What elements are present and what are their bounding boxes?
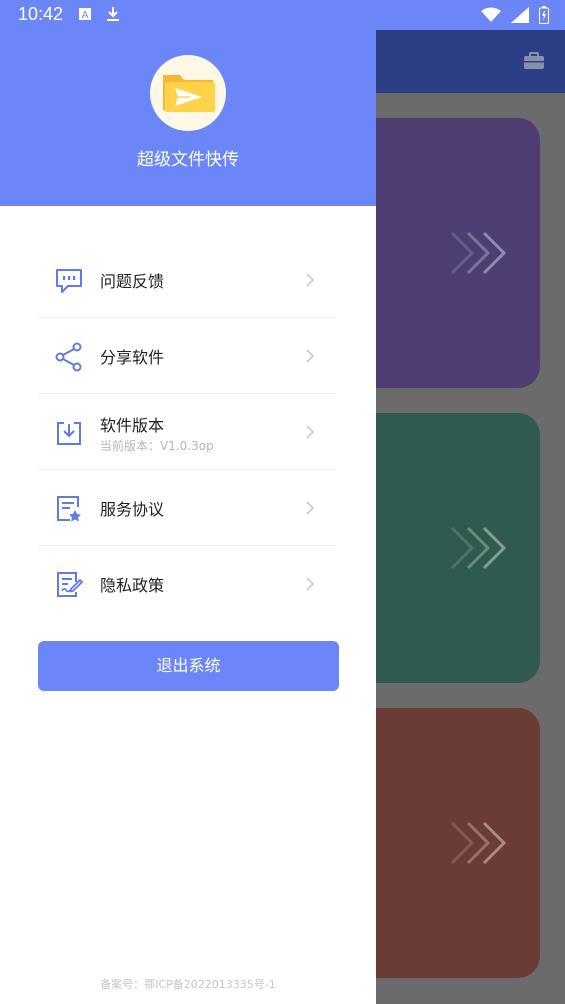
navigation-drawer: 超级文件快传 问题反馈 分享软件 软件版本 当前版本：V1.0.3op 服务协议… [0, 30, 376, 1004]
menu-item-label: 服务协议 [100, 500, 165, 519]
logout-button[interactable]: 退出系统 [38, 641, 339, 691]
menu-item-privacy[interactable]: 隐私政策 [38, 546, 336, 621]
download-status-icon [107, 7, 119, 21]
menu-item-feedback[interactable]: 问题反馈 [38, 242, 336, 318]
app-logo [150, 55, 226, 131]
drawer-header: 超级文件快传 [0, 30, 376, 206]
battery-icon [539, 6, 549, 24]
chevron-right-icon [306, 501, 315, 515]
menu-item-version[interactable]: 软件版本 当前版本：V1.0.3op [38, 394, 336, 470]
menu-item-label: 隐私政策 [100, 576, 165, 595]
app-name: 超级文件快传 [137, 150, 239, 170]
feedback-icon [56, 269, 82, 293]
chevrons-right-icon [450, 821, 507, 865]
svg-text:A: A [82, 10, 89, 21]
chevrons-right-icon [450, 231, 507, 275]
drawer-menu: 问题反馈 分享软件 软件版本 当前版本：V1.0.3op 服务协议 隐私政策 [38, 242, 336, 621]
chevron-right-icon [306, 349, 315, 363]
download-box-icon [57, 422, 81, 445]
privacy-icon [57, 572, 83, 597]
chevron-right-icon [306, 273, 315, 287]
status-time: 10:42 [18, 4, 64, 24]
agreement-icon [57, 496, 81, 522]
chevron-right-icon [306, 425, 315, 439]
current-version-text: 当前版本：V1.0.3op [100, 439, 214, 453]
chevrons-right-icon [450, 526, 507, 570]
menu-item-label: 问题反馈 [100, 272, 165, 291]
app-notification-icon: A [79, 8, 91, 21]
wifi-icon [481, 7, 501, 22]
menu-item-agreement[interactable]: 服务协议 [38, 470, 336, 546]
menu-item-label: 软件版本 [100, 416, 165, 435]
folder-send-icon [163, 75, 215, 112]
share-icon [55, 342, 82, 372]
icp-record-text: 备案号：鄂ICP备2022013335号-1 [100, 978, 276, 991]
menu-item-share[interactable]: 分享软件 [38, 318, 336, 394]
briefcase-icon[interactable] [523, 52, 545, 70]
menu-item-label: 分享软件 [100, 348, 165, 367]
status-bar: 10:42 A [0, 0, 565, 30]
signal-icon [511, 7, 529, 23]
chevron-right-icon [306, 577, 315, 591]
